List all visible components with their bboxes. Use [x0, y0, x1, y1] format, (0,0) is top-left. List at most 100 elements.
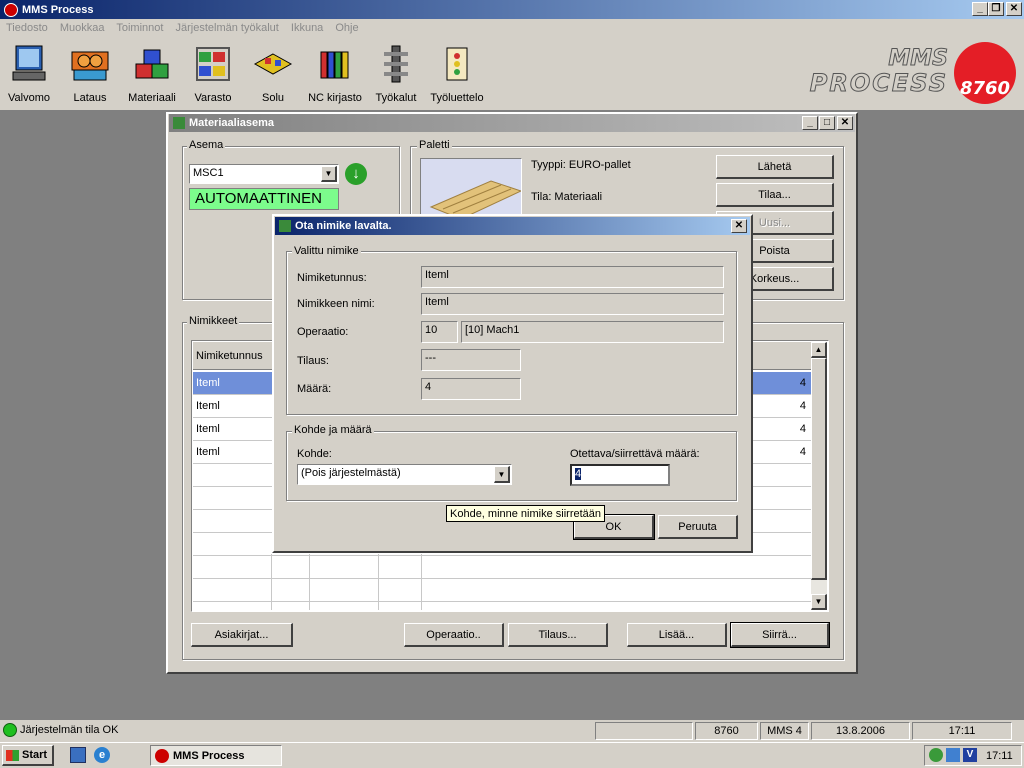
- taskbar-clock[interactable]: 17:11: [986, 750, 1013, 762]
- row-item-id: Iteml: [196, 377, 220, 389]
- nimikkeet-group-label: Nimikkeet: [187, 315, 240, 327]
- start-button[interactable]: Start: [2, 745, 54, 766]
- menu-help[interactable]: Ohje: [335, 22, 358, 34]
- network-tray-icon[interactable]: [929, 748, 943, 762]
- toolbar-valvomo-label: Valvomo: [8, 92, 50, 104]
- qty-label: Määrä:: [297, 383, 332, 395]
- status-cell-empty: [595, 722, 693, 740]
- close-app-button[interactable]: ✕: [1006, 2, 1022, 16]
- target-select[interactable]: (Pois järjestelmästä): [297, 464, 512, 485]
- scroll-down-icon[interactable]: ▼: [811, 594, 827, 610]
- toolbar-valvomo[interactable]: Valvomo: [6, 42, 52, 108]
- station-select-dropdown-icon[interactable]: ▼: [321, 166, 337, 182]
- row-qty: 4: [799, 377, 806, 389]
- cancel-button[interactable]: Peruuta: [658, 515, 738, 539]
- restore-app-button[interactable]: ❐: [988, 2, 1004, 16]
- operation-button[interactable]: Operaatio..: [404, 623, 504, 647]
- taskbar-task-mms-process[interactable]: MMS Process: [150, 745, 282, 766]
- logo-badge: 8760: [954, 42, 1016, 104]
- arrow-down-green-icon[interactable]: ↓: [345, 163, 367, 185]
- menu-actions[interactable]: Toiminnot: [116, 22, 163, 34]
- move-button[interactable]: Siirrä...: [730, 622, 830, 648]
- mode-indicator: AUTOMAATTINEN: [189, 188, 339, 210]
- station-minimize-button[interactable]: _: [802, 116, 818, 130]
- toolbar-tyokalut[interactable]: Työkalut: [372, 42, 420, 108]
- mms-process-logo: MMS PROCESS: [788, 47, 948, 100]
- app-titlebar[interactable]: MMS Process: [0, 0, 1024, 19]
- take-qty-input[interactable]: 4: [570, 464, 670, 486]
- menu-edit[interactable]: Muokkaa: [60, 22, 105, 34]
- menu-bar: Tiedosto Muokkaa Toiminnot Järjestelmän …: [0, 19, 1024, 38]
- row-item-id: Iteml: [196, 446, 220, 458]
- toolbar-tyoluettelo[interactable]: Työluettelo: [428, 42, 486, 108]
- station-window-titlebar[interactable]: Materiaaliasema: [169, 114, 855, 132]
- scroll-thumb[interactable]: [811, 358, 827, 580]
- station-select-value: MSC1: [193, 167, 224, 179]
- toolbar-materiaali[interactable]: Materiaali: [126, 42, 178, 108]
- target-group-label: Kohde ja määrä: [292, 424, 374, 436]
- station-close-button[interactable]: ✕: [837, 116, 853, 130]
- order-details-button[interactable]: Tilaus...: [508, 623, 608, 647]
- windows-logo-icon: [6, 749, 19, 761]
- scroll-up-icon[interactable]: ▲: [811, 342, 827, 358]
- toolbar-lataus[interactable]: Lataus: [66, 42, 114, 108]
- order-field: ---: [421, 349, 521, 371]
- material-boxes-icon: [130, 42, 174, 86]
- target-tooltip: Kohde, minne nimike siirretään: [446, 505, 606, 522]
- empty-row: [193, 556, 811, 579]
- menu-system-tools[interactable]: Järjestelmän työkalut: [176, 22, 279, 34]
- start-label: Start: [22, 749, 48, 761]
- toolbar-varasto-label: Varasto: [194, 92, 232, 104]
- station-maximize-button[interactable]: □: [819, 116, 835, 130]
- column-header-item-id[interactable]: Nimiketunnus: [196, 350, 263, 362]
- app-title: MMS Process: [22, 3, 94, 16]
- toolbar-tyokalut-label: Työkalut: [375, 92, 417, 104]
- qty-field: 4: [421, 378, 521, 400]
- target-select-value: (Pois järjestelmästä): [301, 467, 401, 479]
- column-divider: [378, 554, 379, 610]
- pallet-state: Tila: Materiaali: [531, 191, 603, 203]
- row-qty: 4: [799, 423, 806, 435]
- asema-group-label: Asema: [187, 139, 226, 151]
- dialog-close-button[interactable]: ✕: [731, 219, 747, 233]
- empty-row: [193, 579, 811, 602]
- internet-explorer-icon[interactable]: e: [94, 747, 110, 763]
- row-qty: 4: [799, 400, 806, 412]
- status-date: 13.8.2006: [811, 722, 910, 740]
- loading-station-icon: [68, 42, 112, 86]
- connection-tray-icon[interactable]: [946, 748, 960, 762]
- toolbar-nc-kirjasto-label: NC kirjasto: [308, 92, 362, 104]
- send-button[interactable]: Lähetä: [716, 155, 834, 179]
- order-button[interactable]: Tilaa...: [716, 183, 834, 207]
- item-id-field: Iteml: [421, 266, 724, 288]
- minimize-app-button[interactable]: _: [972, 2, 988, 16]
- logo-line2: PROCESS: [809, 69, 948, 97]
- toolbar-solu[interactable]: Solu: [250, 42, 296, 108]
- warehouse-shelf-icon: [191, 42, 235, 86]
- antivirus-tray-icon[interactable]: V: [963, 748, 977, 762]
- target-label: Kohde:: [297, 448, 332, 460]
- show-desktop-icon[interactable]: [70, 747, 86, 763]
- cell-icon: [251, 42, 295, 86]
- add-button[interactable]: Lisää...: [627, 623, 727, 647]
- status-code: 8760: [695, 722, 758, 740]
- dialog-titlebar[interactable]: Ota nimike lavalta.: [275, 217, 750, 235]
- station-window-icon: [173, 117, 185, 129]
- station-window-title: Materiaaliasema: [189, 117, 274, 129]
- target-select-dropdown-icon[interactable]: ▼: [494, 466, 510, 483]
- order-label: Tilaus:: [297, 355, 329, 367]
- documents-button[interactable]: Asiakirjat...: [191, 623, 293, 647]
- menu-window[interactable]: Ikkuna: [291, 22, 323, 34]
- station-select[interactable]: MSC1: [189, 164, 339, 184]
- monitor-icon: [7, 42, 51, 86]
- selected-item-group-label: Valittu nimike: [292, 245, 361, 257]
- toolbar-lataus-label: Lataus: [73, 92, 107, 104]
- status-system: MMS 4: [760, 722, 809, 740]
- tool-rack-icon: [374, 42, 418, 86]
- take-qty-label: Otettava/siirrettävä määrä:: [570, 448, 700, 460]
- toolbar-varasto[interactable]: Varasto: [188, 42, 238, 108]
- menu-file[interactable]: Tiedosto: [6, 22, 48, 34]
- toolbar-nc-kirjasto[interactable]: NC kirjasto: [306, 42, 364, 108]
- operation-name-field: [10] Mach1: [461, 321, 724, 343]
- nc-library-icon: [313, 42, 357, 86]
